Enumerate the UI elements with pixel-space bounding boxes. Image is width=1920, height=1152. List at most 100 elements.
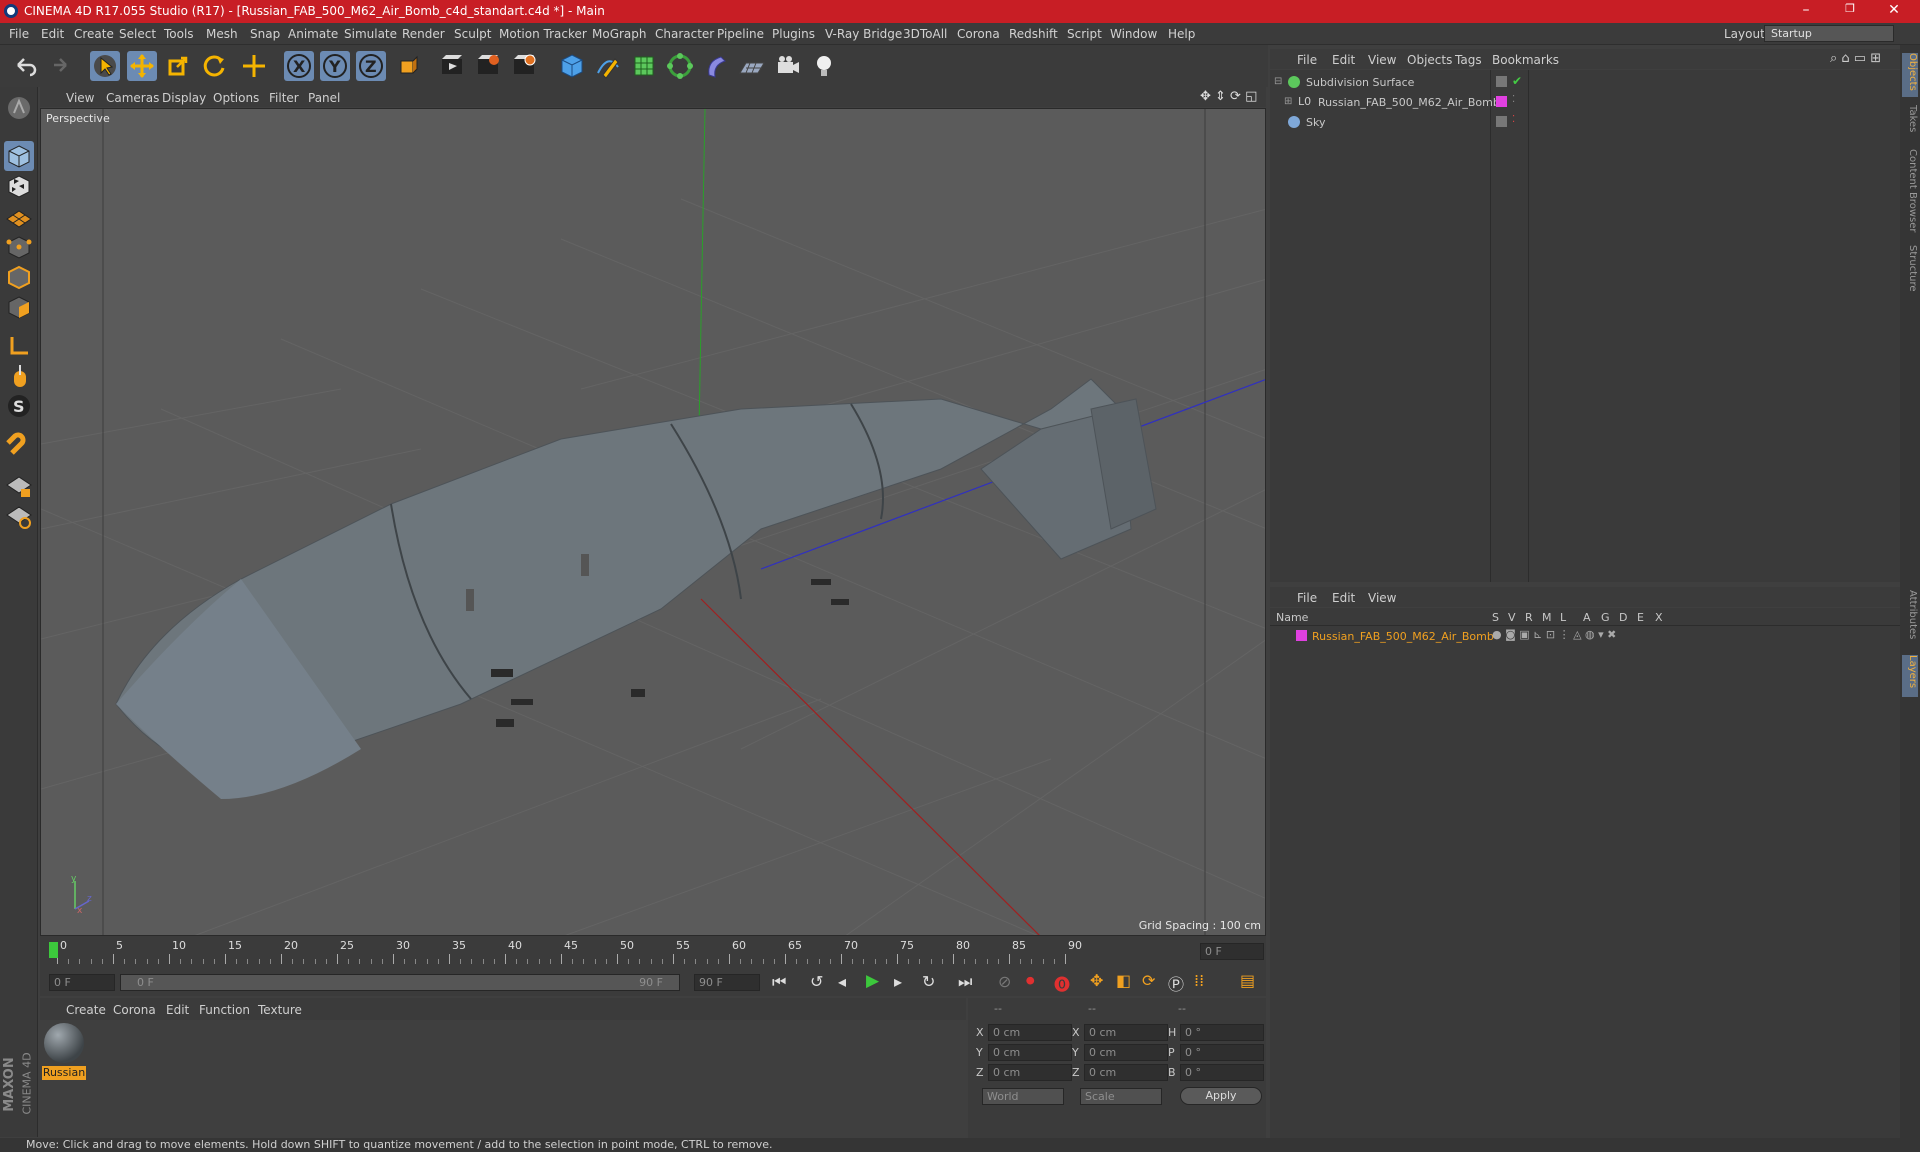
layer-color-swatch[interactable]	[1296, 630, 1307, 641]
objects-menu-view[interactable]: View	[1368, 53, 1396, 67]
workplane-rotate-icon[interactable]	[4, 501, 34, 531]
menu-pipeline[interactable]: Pipeline	[717, 27, 764, 41]
redo-icon[interactable]	[44, 51, 74, 81]
layer-color-swatch[interactable]	[1496, 96, 1507, 107]
size-x-field[interactable]: 0 cm	[1084, 1024, 1168, 1041]
menu-3dtoall[interactable]: 3DToAll	[903, 27, 947, 41]
menu-motion-tracker[interactable]: Motion Tracker	[499, 27, 587, 41]
menu-simulate[interactable]: Simulate	[344, 27, 397, 41]
visibility-dots-icon[interactable]: ⁚	[1512, 114, 1515, 125]
array-mograph-icon[interactable]	[665, 51, 695, 81]
workplane-mode-icon[interactable]	[4, 201, 34, 231]
timeline-window-icon[interactable]: ▤	[1240, 971, 1255, 990]
viewport-nav-icons[interactable]: ✥ ⇕ ⟳ ◱	[1200, 89, 1257, 104]
key-param-icon[interactable]: Ⓟ	[1168, 971, 1184, 995]
objects-menu-bookmarks[interactable]: Bookmarks	[1492, 53, 1559, 67]
position-z-field[interactable]: 0 cm	[988, 1064, 1072, 1081]
menu-script[interactable]: Script	[1067, 27, 1102, 41]
viewport-menu-panel[interactable]: Panel	[308, 91, 340, 105]
material-menu-function[interactable]: Function	[199, 1003, 250, 1017]
close-button[interactable]: ✕	[1874, 2, 1914, 20]
z-axis-lock-icon[interactable]: Z	[356, 51, 386, 81]
step-back-icon[interactable]: ◂	[838, 972, 846, 991]
frame-range-slider[interactable]: 0 F 90 F	[120, 974, 680, 991]
objects-menu-objects[interactable]: Objects	[1407, 53, 1452, 67]
layer-tag-icon[interactable]	[1496, 76, 1507, 87]
object-row-air-bomb[interactable]: ⊞ L0 Russian_FAB_500_M62_Air_Bomb ⁚	[1270, 94, 1900, 112]
key-rotation-icon[interactable]: ⟳	[1142, 971, 1155, 990]
light-icon[interactable]	[809, 51, 839, 81]
menu-select[interactable]: Select	[119, 27, 156, 41]
objects-menu-file[interactable]: File	[1297, 53, 1317, 67]
tab-attributes[interactable]: Attributes	[1902, 590, 1918, 650]
tab-objects[interactable]: Objects	[1902, 53, 1918, 97]
select-pointer-icon[interactable]	[90, 51, 120, 81]
menu-help[interactable]: Help	[1168, 27, 1195, 41]
object-row-sky[interactable]: Sky ⁚	[1270, 114, 1900, 132]
make-editable-icon[interactable]	[4, 93, 34, 123]
viewport-menu-filter[interactable]: Filter	[269, 91, 299, 105]
material-menu-edit[interactable]: Edit	[166, 1003, 189, 1017]
tab-content-browser[interactable]: Content Browser	[1902, 149, 1918, 239]
tab-structure[interactable]: Structure	[1902, 245, 1918, 301]
size-z-field[interactable]: 0 cm	[1084, 1064, 1168, 1081]
apply-button[interactable]: Apply	[1180, 1087, 1262, 1105]
tweak-mode-icon[interactable]	[4, 361, 34, 391]
texture-mode-icon[interactable]	[4, 171, 34, 201]
position-y-field[interactable]: 0 cm	[988, 1044, 1072, 1061]
model-mode-icon[interactable]	[4, 141, 34, 171]
menu-file[interactable]: File	[9, 27, 29, 41]
tab-layers[interactable]: Layers	[1902, 655, 1918, 697]
menu-redshift[interactable]: Redshift	[1009, 27, 1058, 41]
pen-spline-icon[interactable]	[593, 51, 623, 81]
record-keys-icon[interactable]: ⊘	[998, 972, 1011, 991]
menu-window[interactable]: Window	[1110, 27, 1157, 41]
menu-character[interactable]: Character	[655, 27, 714, 41]
undo-icon[interactable]	[10, 51, 40, 81]
coordinate-system-icon[interactable]	[393, 51, 423, 81]
rotation-p-field[interactable]: 0 °	[1180, 1044, 1264, 1061]
visibility-dots-icon[interactable]: ⁚	[1512, 94, 1515, 105]
objects-menu-edit[interactable]: Edit	[1332, 53, 1355, 67]
material-menu-corona[interactable]: Corona	[113, 1003, 156, 1017]
scale-tool-icon[interactable]	[163, 51, 193, 81]
layers-menu-file[interactable]: File	[1297, 591, 1317, 605]
viewport-menu-cameras[interactable]: Cameras	[106, 91, 159, 105]
material-swatch[interactable]: Russian	[42, 1023, 86, 1081]
move-tool-icon[interactable]	[127, 51, 157, 81]
layer-tag-icon[interactable]	[1496, 116, 1507, 127]
menu-mesh[interactable]: Mesh	[206, 27, 238, 41]
layers-menu-edit[interactable]: Edit	[1332, 591, 1355, 605]
menu-render[interactable]: Render	[402, 27, 445, 41]
maximize-button[interactable]: ❐	[1830, 2, 1870, 20]
menu-tools[interactable]: Tools	[164, 27, 194, 41]
material-menu-texture[interactable]: Texture	[258, 1003, 302, 1017]
subdivision-surface-icon[interactable]	[629, 51, 659, 81]
layer-toggle-icons[interactable]: ● ◙ ▣ ⊾ ⊡ ⋮ ◬ ◍ ▾ ✖	[1492, 628, 1616, 641]
step-forward-icon[interactable]: ▸	[894, 972, 902, 991]
menu-vray-bridge[interactable]: V-Ray Bridge	[825, 27, 902, 41]
go-to-end-icon[interactable]: ⏭	[958, 972, 972, 992]
menu-sculpt[interactable]: Sculpt	[454, 27, 491, 41]
menu-snap[interactable]: Snap	[250, 27, 280, 41]
viewport-menu-view[interactable]: View	[66, 91, 94, 105]
rotate-tool-icon[interactable]	[199, 51, 229, 81]
viewport-menu-options[interactable]: Options	[213, 91, 259, 105]
position-x-field[interactable]: 0 cm	[988, 1024, 1072, 1041]
step-back-key-icon[interactable]: ↺	[810, 972, 823, 991]
camera-icon[interactable]	[773, 51, 803, 81]
key-pla-icon[interactable]: ⁞⁞	[1194, 971, 1204, 990]
edges-mode-icon[interactable]	[4, 262, 34, 292]
menu-corona[interactable]: Corona	[957, 27, 1000, 41]
objects-search-icon[interactable]: ⌕ ⌂ ▭ ⊞	[1830, 51, 1881, 66]
enabled-check-icon[interactable]: ✔	[1512, 74, 1522, 88]
current-frame-field[interactable]: 0 F	[1200, 943, 1264, 960]
viewport-menu-display[interactable]: Display	[162, 91, 206, 105]
coordinate-space-dropdown[interactable]: World	[982, 1088, 1064, 1105]
go-to-start-icon[interactable]: ⏮	[772, 972, 786, 992]
autokey-icon[interactable]: ⏺	[1026, 971, 1035, 991]
render-settings-icon[interactable]	[509, 51, 539, 81]
menu-mograph[interactable]: MoGraph	[592, 27, 647, 41]
polygons-mode-icon[interactable]	[4, 292, 34, 322]
workplane-lock-icon[interactable]	[4, 471, 34, 501]
